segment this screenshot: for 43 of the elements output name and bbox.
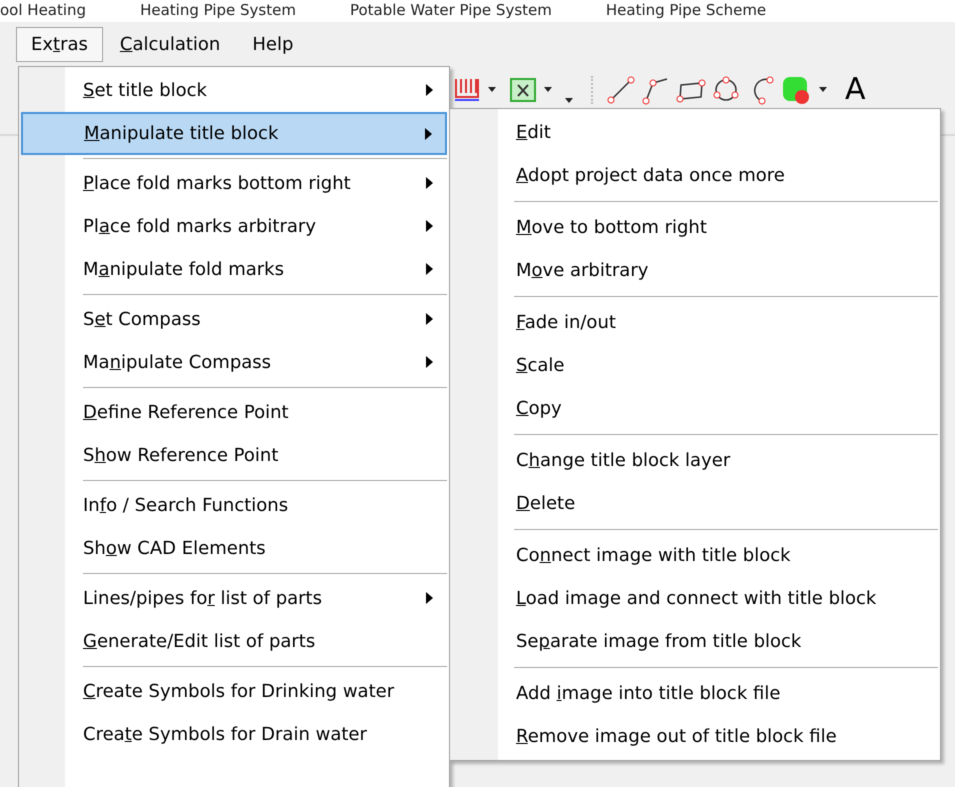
caret-icon[interactable]	[543, 87, 553, 93]
menu-item[interactable]: Show CAD Elements	[21, 527, 447, 570]
menu-item[interactable]: Manipulate fold marks	[21, 248, 447, 291]
menu-item[interactable]: Place fold marks arbitrary	[21, 205, 447, 248]
menu-item[interactable]: Copy	[452, 387, 938, 430]
menu-item[interactable]: Load image and connect with title block	[452, 577, 938, 620]
menu-item[interactable]: Create Symbols for Drinking water	[21, 670, 447, 713]
menu-bar-item[interactable]: Extras	[16, 26, 103, 62]
menu-item[interactable]: Add image into title block file	[452, 672, 938, 715]
menu-bar-item[interactable]: Help	[237, 26, 308, 62]
menu-item[interactable]: Separate image from title block	[452, 620, 938, 663]
menu-item[interactable]: Show Reference Point	[21, 434, 447, 477]
menu-item[interactable]: Connect image with title block	[452, 534, 938, 577]
menu-item[interactable]: Move to bottom right	[452, 206, 938, 249]
menu-item[interactable]: Delete	[452, 482, 938, 525]
menu-bar-item[interactable]: Calculation	[104, 26, 236, 62]
menu-item[interactable]: Create Symbols for Drain water	[21, 713, 447, 756]
menu-item[interactable]: Remove image out of title block file	[452, 715, 938, 758]
menu-item[interactable]: Edit	[452, 111, 938, 154]
document-tab[interactable]: Heating Pipe System	[140, 0, 296, 22]
menu-item[interactable]: Define Reference Point	[21, 391, 447, 434]
menu-item[interactable]: Change title block layer	[452, 439, 938, 482]
caret-icon[interactable]	[487, 87, 497, 93]
excel-icon[interactable]	[508, 75, 538, 105]
menu-item[interactable]: Place fold marks bottom right	[21, 162, 447, 205]
caret-icon[interactable]	[564, 98, 574, 104]
document-tab[interactable]: Potable Water Pipe System	[350, 0, 552, 22]
menu-item[interactable]: Move arbitrary	[452, 249, 938, 292]
menu-item[interactable]: Fade in/out	[452, 301, 938, 344]
caret-icon[interactable]	[818, 87, 828, 93]
document-tab[interactable]: Heating Pipe Scheme	[606, 0, 766, 22]
menu-item[interactable]: Manipulate Compass	[21, 341, 447, 384]
menu-item[interactable]: Generate/Edit list of parts	[21, 620, 447, 663]
menu-item[interactable]: Adopt project data once more	[452, 154, 938, 197]
menu-item[interactable]: Scale	[452, 344, 938, 387]
menu-item[interactable]: Lines/pipes for list of parts	[21, 577, 447, 620]
line-tool-icon[interactable]	[606, 75, 636, 105]
menu-item[interactable]: Set Compass	[21, 298, 447, 341]
menu-item[interactable]: Info / Search Functions	[21, 484, 447, 527]
document-tab[interactable]: ool Heating	[0, 0, 86, 22]
menu-item[interactable]: Set title block	[21, 69, 447, 112]
text-tool-button[interactable]: A	[845, 74, 866, 106]
menu-item[interactable]: Manipulate title block	[21, 112, 447, 155]
